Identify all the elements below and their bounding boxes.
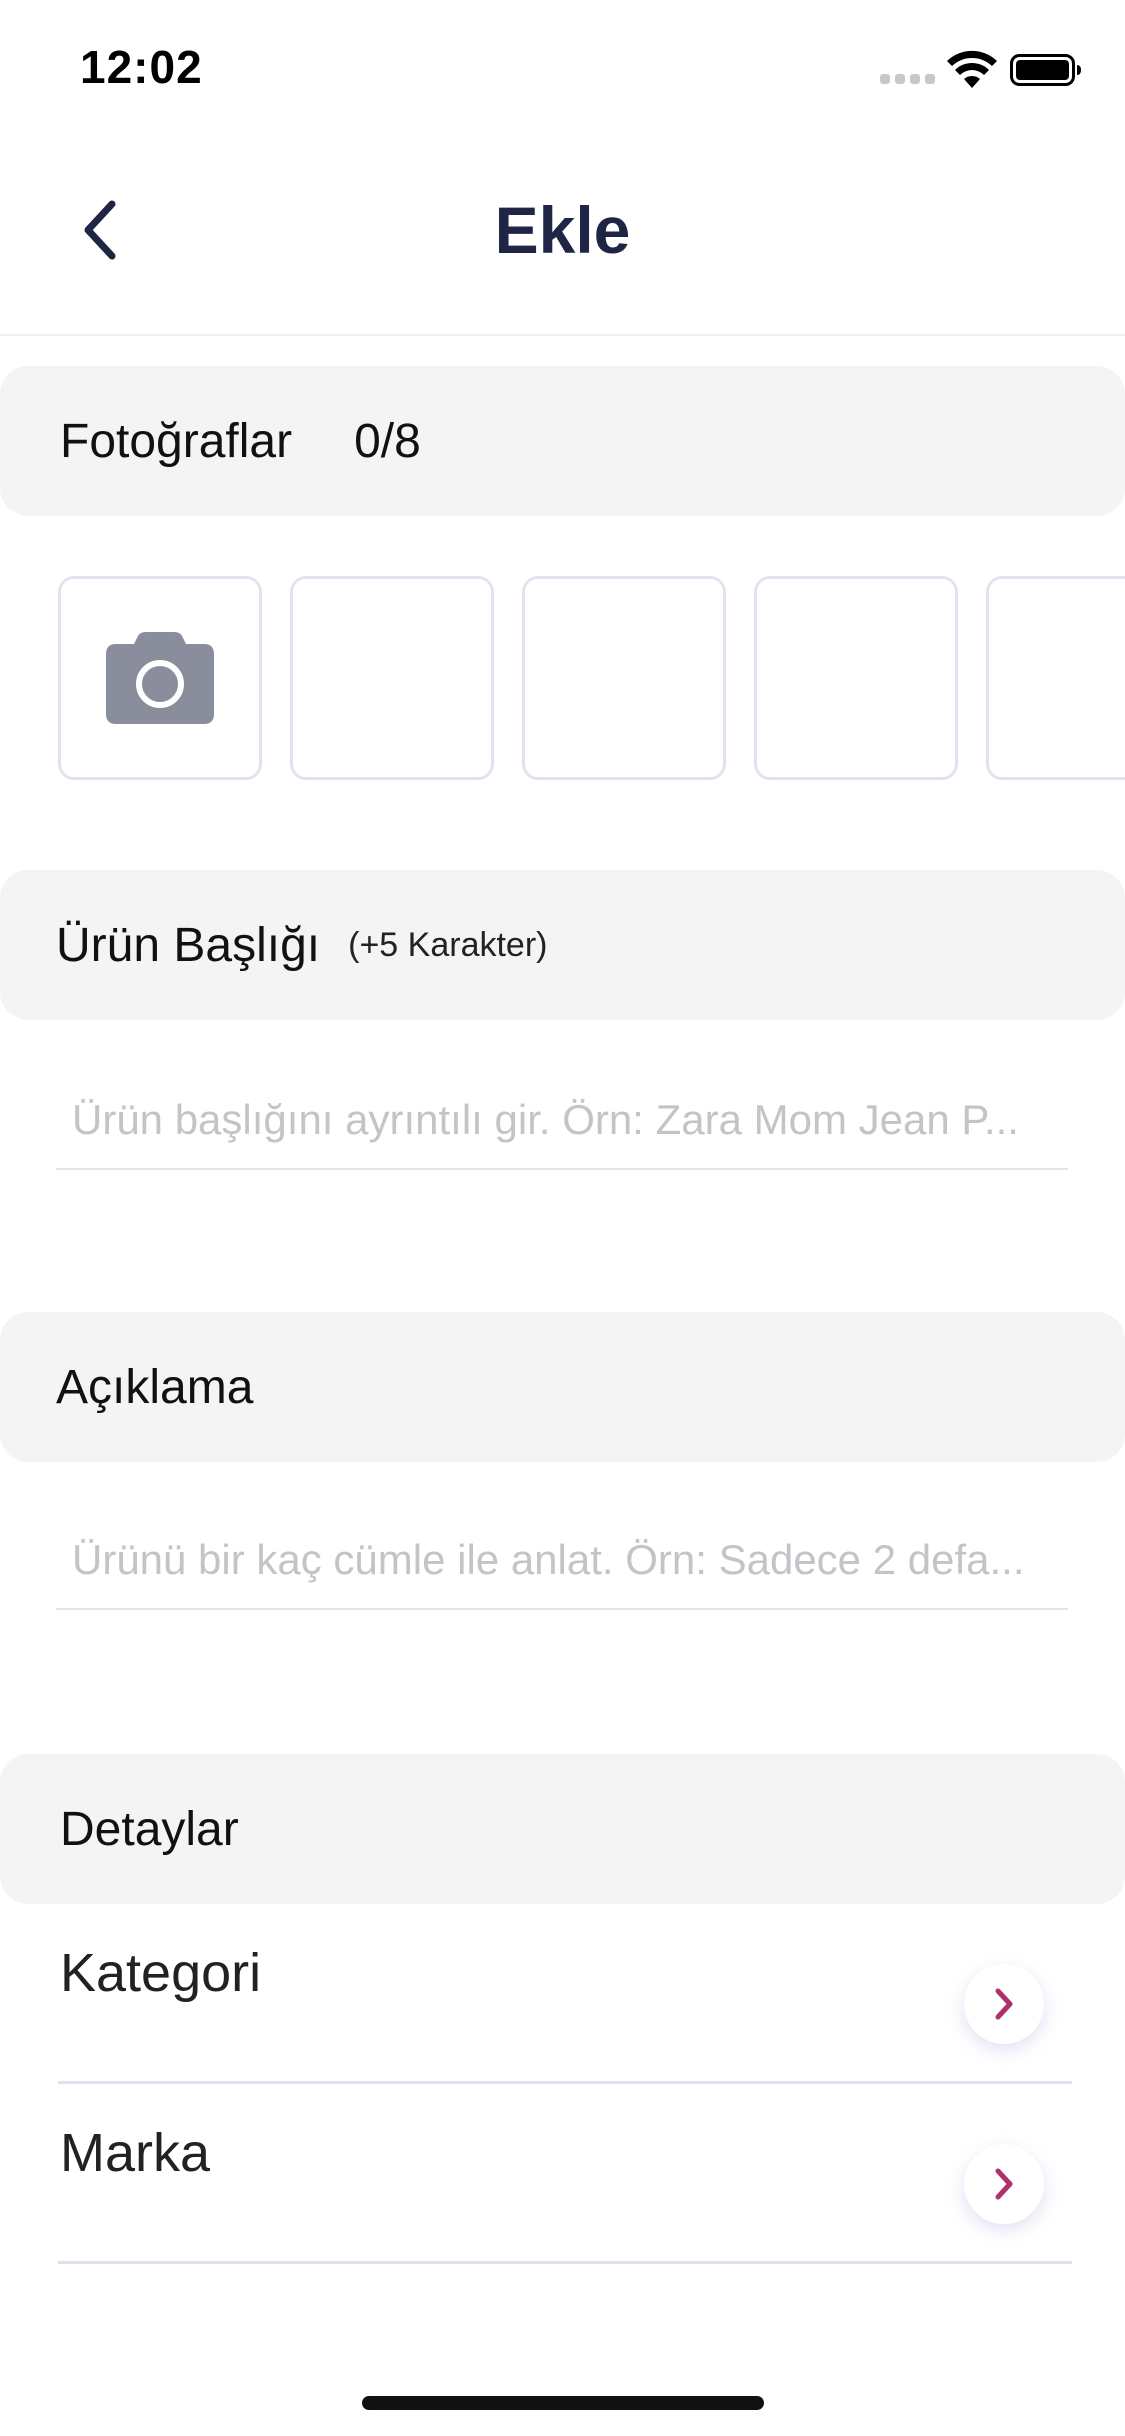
photos-section-header: Fotoğraflar 0/8: [0, 366, 1125, 516]
chevron-right-icon: [995, 1988, 1013, 2020]
description-input[interactable]: [56, 1512, 1068, 1610]
photo-slot[interactable]: [290, 576, 494, 780]
detail-row-category[interactable]: Kategori: [58, 1904, 1072, 2084]
status-bar: 12:02: [0, 0, 1125, 140]
camera-icon: [106, 632, 214, 724]
page-title: Ekle: [494, 193, 631, 267]
product-title-input[interactable]: [56, 1072, 1068, 1170]
nav-bar: Ekle: [0, 140, 1125, 336]
add-photo-button[interactable]: [58, 576, 262, 780]
description-section-title: Açıklama: [56, 1360, 254, 1414]
photo-slot[interactable]: [754, 576, 958, 780]
product-title-section-title: Ürün Başlığı: [56, 918, 321, 972]
chevron-right-icon: [995, 2168, 1013, 2200]
detail-label-category: Kategori: [60, 1943, 262, 2003]
detail-label-brand: Marka: [60, 2123, 211, 2183]
product-title-section-header: Ürün Başlığı (+5 Karakter): [0, 870, 1125, 1020]
product-title-char-hint: (+5 Karakter): [348, 925, 548, 964]
category-chevron-button[interactable]: [964, 1964, 1044, 2044]
photo-slot[interactable]: [986, 576, 1125, 780]
photos-section-title: Fotoğraflar: [60, 414, 293, 468]
photo-slot[interactable]: [522, 576, 726, 780]
wifi-icon: [947, 50, 997, 88]
detail-row-brand[interactable]: Marka: [58, 2084, 1072, 2264]
home-indicator: [362, 2396, 764, 2410]
battery-icon: [1010, 54, 1081, 86]
description-section-header: Açıklama: [0, 1312, 1125, 1462]
brand-chevron-button[interactable]: [964, 2144, 1044, 2224]
details-section-header: Detaylar: [0, 1754, 1125, 1904]
photo-slots: [58, 576, 1125, 780]
details-section-title: Detaylar: [60, 1802, 239, 1856]
cellular-signal-icon: [880, 74, 936, 84]
status-time: 12:02: [80, 41, 203, 93]
photos-count: 0/8: [354, 414, 421, 468]
